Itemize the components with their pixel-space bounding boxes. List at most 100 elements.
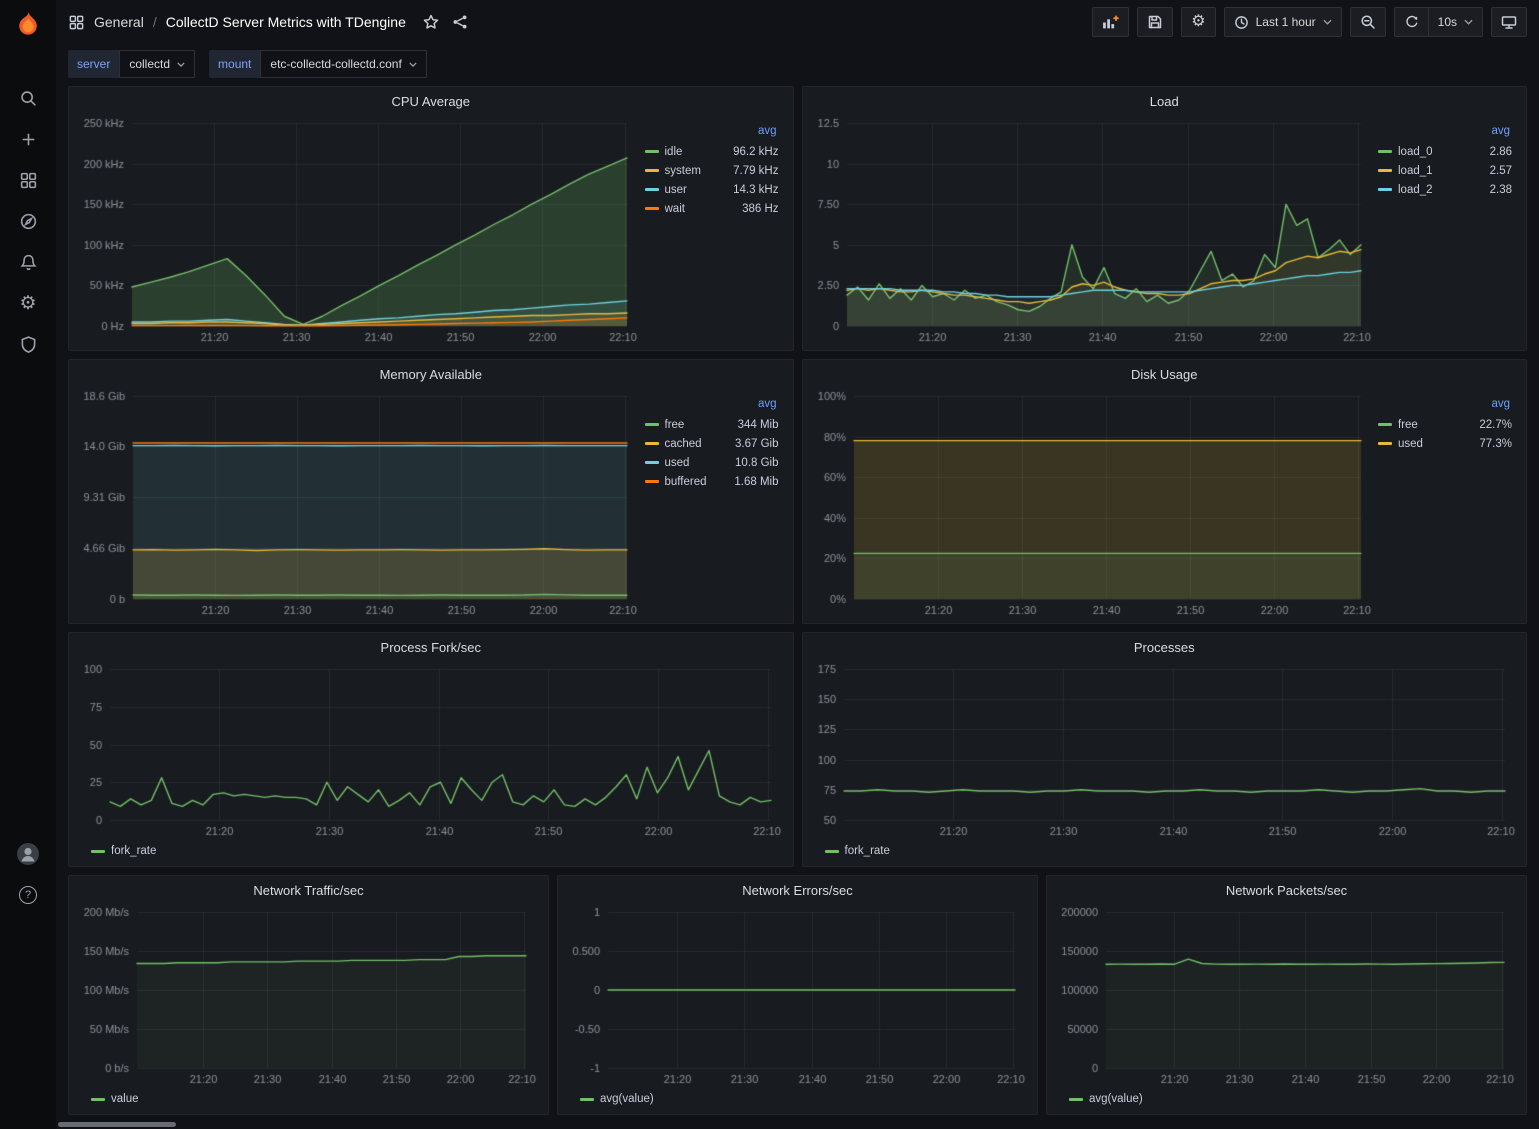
user-avatar[interactable] [16, 842, 40, 866]
variable-mount: mount etc-collectd-collectd.conf [209, 50, 427, 78]
zoom-out-button[interactable] [1350, 7, 1386, 37]
sidebar-item-help[interactable]: ? [16, 883, 40, 907]
chart-canvas[interactable] [811, 388, 1375, 619]
chart-canvas[interactable] [77, 661, 785, 840]
cycle-view-mode-button[interactable] [1491, 7, 1527, 37]
breadcrumb: General / CollectD Server Metrics with T… [68, 12, 470, 32]
processes-chart[interactable] [811, 661, 1519, 840]
legend-series-name: free [1398, 419, 1473, 431]
chevron-down-icon [409, 62, 417, 67]
legend-item[interactable]: user14.3 kHz [645, 180, 779, 199]
sidebar-bottom: ? [16, 842, 40, 907]
series-color-swatch [645, 480, 659, 483]
sidebar-item-alerting[interactable] [16, 250, 40, 274]
panel-process-fork: Process Fork/sec fork_rate [68, 632, 794, 867]
cpu-average-chart[interactable] [77, 115, 641, 346]
chart-canvas[interactable] [77, 388, 641, 619]
chart-canvas[interactable] [811, 661, 1519, 840]
help-icon: ? [19, 886, 37, 904]
legend-series-value: 2.38 [1490, 184, 1512, 196]
load-chart[interactable] [811, 115, 1375, 346]
sidebar-item-configuration[interactable]: ⚙ [16, 291, 40, 315]
panel-disk-usage: Disk Usage avgfree22.7%used77.3% [802, 359, 1528, 624]
legend-header[interactable]: avg [1378, 398, 1512, 415]
chart-canvas[interactable] [77, 904, 540, 1088]
legend-item[interactable]: load_2 2.38 [1378, 180, 1512, 199]
legend-header[interactable]: avg [645, 398, 779, 415]
network-packets-legend: avg(value) [1055, 1088, 1518, 1110]
load-legend: avgload_02.86load_12.57 load_2 2.38 [1374, 115, 1518, 346]
disk-usage-chart[interactable] [811, 388, 1375, 619]
legend-series-name: idle [665, 146, 728, 158]
sidebar-item-create[interactable] [16, 127, 40, 151]
network-traffic-chart[interactable] [77, 904, 540, 1088]
panel-title[interactable]: Network Errors/sec [558, 876, 1037, 904]
sidebar-item-dashboards[interactable] [16, 168, 40, 192]
panel-title[interactable]: Network Traffic/sec [69, 876, 548, 904]
legend-item[interactable]: fork_rate [825, 845, 890, 857]
star-icon [423, 14, 439, 30]
panel-title[interactable]: Load [803, 87, 1527, 115]
panel-title[interactable]: Processes [803, 633, 1527, 661]
time-range-picker[interactable]: Last 1 hour [1224, 7, 1342, 37]
dashboard-settings-button[interactable]: ⚙ [1181, 7, 1215, 37]
process-fork-chart[interactable] [77, 661, 785, 840]
legend-item[interactable]: load_12.57 [1378, 161, 1512, 180]
network-errors-chart[interactable] [566, 904, 1029, 1088]
horizontal-scrollbar[interactable] [58, 1122, 176, 1127]
legend-item[interactable]: system7.79 kHz [645, 161, 779, 180]
legend-series-name: used [665, 457, 730, 469]
star-dashboard-button[interactable] [421, 12, 441, 32]
chart-canvas[interactable] [1055, 904, 1518, 1088]
legend-series-value: 1.68 Mib [734, 476, 778, 488]
panel-title[interactable]: Disk Usage [803, 360, 1527, 388]
grafana-logo[interactable] [11, 8, 45, 42]
panel-title[interactable]: Memory Available [69, 360, 793, 388]
dashboard-grid: CPU Average avgidle96.2 kHzsystem7.79 kH… [56, 84, 1539, 1129]
refresh-button[interactable] [1394, 7, 1428, 37]
sidebar-item-server-admin[interactable] [16, 332, 40, 356]
legend-item[interactable]: used10.8 Gib [645, 453, 779, 472]
chart-canvas[interactable] [811, 115, 1375, 346]
legend-header[interactable]: avg [1378, 125, 1512, 142]
panel-title[interactable]: Network Packets/sec [1047, 876, 1526, 904]
legend-item[interactable]: value [91, 1093, 139, 1105]
avatar-icon [16, 842, 40, 866]
legend-item[interactable]: avg(value) [1069, 1093, 1143, 1105]
memory-available-chart[interactable] [77, 388, 641, 619]
panel-title[interactable]: Process Fork/sec [69, 633, 793, 661]
sidebar-item-explore[interactable] [16, 209, 40, 233]
legend-item[interactable]: free344 Mib [645, 415, 779, 434]
sidebar: ⚙ ? [0, 0, 56, 1129]
network-packets-chart[interactable] [1055, 904, 1518, 1088]
chart-canvas[interactable] [77, 115, 641, 346]
save-dashboard-button[interactable] [1137, 7, 1173, 37]
add-panel-icon [1102, 14, 1119, 31]
legend-item[interactable]: load_02.86 [1378, 142, 1512, 161]
legend-item[interactable]: used77.3% [1378, 434, 1512, 453]
legend-series-name: load_2 [1398, 184, 1484, 196]
memory-available-legend: avgfree344 Mibcached3.67 Gibused10.8 Gib… [641, 388, 785, 619]
refresh-interval-dropdown[interactable]: 10s [1428, 7, 1483, 37]
chart-canvas[interactable] [566, 904, 1029, 1088]
legend-header[interactable]: avg [645, 125, 779, 142]
legend-item[interactable]: buffered1.68 Mib [645, 472, 779, 491]
variable-mount-dropdown[interactable]: etc-collectd-collectd.conf [260, 50, 426, 78]
share-dashboard-button[interactable] [450, 12, 470, 32]
add-panel-button[interactable] [1092, 7, 1129, 37]
variables-bar: server collectd mount etc-collectd-colle… [56, 44, 1539, 84]
legend-item[interactable]: idle96.2 kHz [645, 142, 779, 161]
legend-item[interactable]: fork_rate [91, 845, 156, 857]
legend-series-name: load_1 [1398, 165, 1484, 177]
legend-item[interactable]: avg(value) [580, 1093, 654, 1105]
legend-item[interactable]: free22.7% [1378, 415, 1512, 434]
variable-server-dropdown[interactable]: collectd [119, 50, 195, 78]
panel-title[interactable]: CPU Average [69, 87, 793, 115]
legend-series-name: fork_rate [111, 845, 156, 857]
legend-item[interactable]: wait386 Hz [645, 199, 779, 218]
sidebar-item-search[interactable] [16, 86, 40, 110]
breadcrumb-section[interactable]: General [94, 14, 144, 30]
legend-item[interactable]: cached3.67 Gib [645, 434, 779, 453]
share-icon [452, 14, 468, 30]
plus-icon [19, 130, 38, 149]
